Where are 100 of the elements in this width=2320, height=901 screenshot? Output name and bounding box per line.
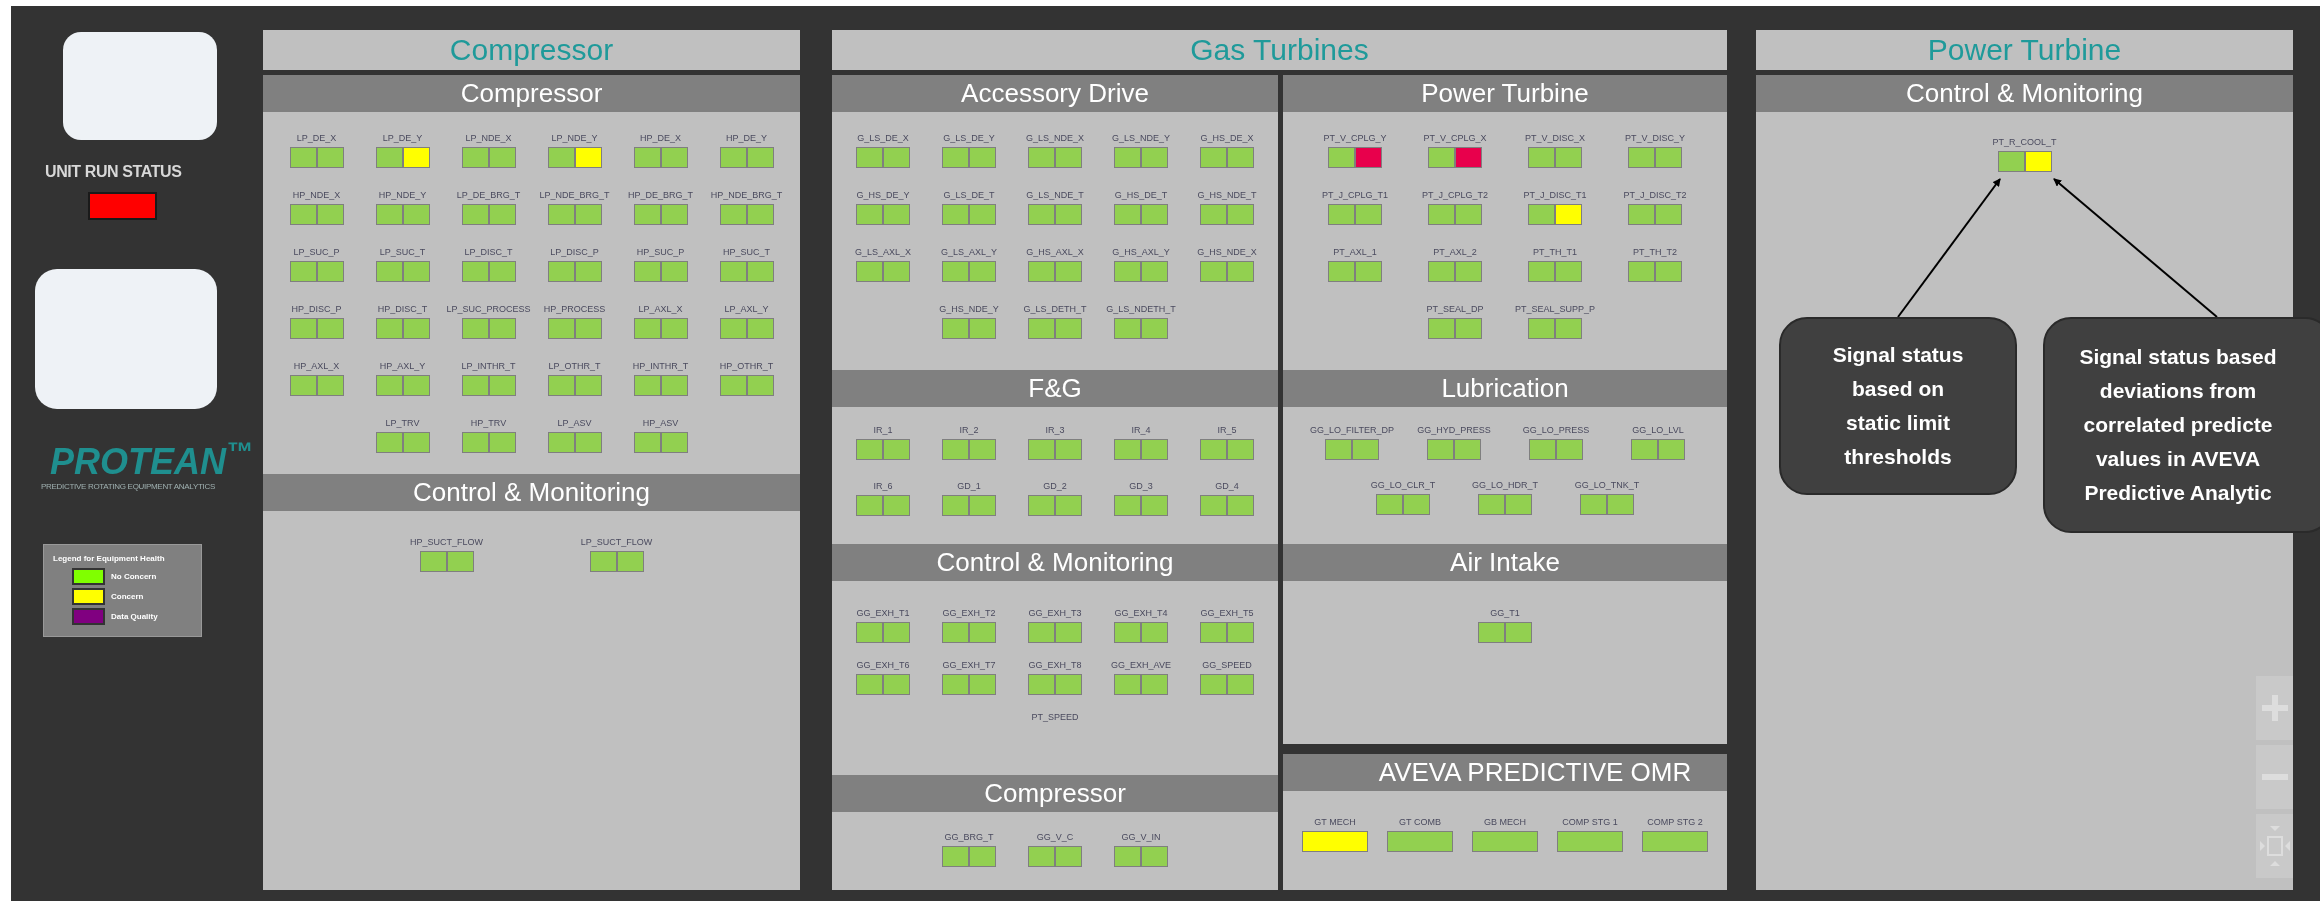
zoom-out-button[interactable] bbox=[2256, 745, 2293, 809]
signal-label: IR_3 bbox=[1045, 424, 1065, 436]
signal-label: GG_EXH_T8 bbox=[1028, 659, 1082, 671]
signal-label: HP_AXL_X bbox=[293, 360, 340, 372]
signal-label: GG_EXH_T1 bbox=[856, 607, 910, 619]
signal-label: PT_J_DISC_T2 bbox=[1623, 189, 1687, 201]
group-header: Gas Turbines bbox=[832, 30, 1727, 70]
section-header: Control & Monitoring bbox=[263, 474, 800, 511]
signal-label: HP_TRV bbox=[470, 417, 507, 429]
signal-label: G_HS_NDE_X bbox=[1197, 246, 1257, 258]
signal-label: PT_V_CPLG_Y bbox=[1323, 132, 1387, 144]
signal-label: LP_DISC_P bbox=[550, 246, 599, 258]
signal-label: HP_SUC_P bbox=[636, 246, 685, 258]
signal-label: G_HS_DE_Y bbox=[856, 189, 910, 201]
signal-label: PT_V_DISC_Y bbox=[1625, 132, 1685, 144]
signal-label: GD_1 bbox=[957, 480, 981, 492]
group-header: Power Turbine bbox=[1756, 30, 2293, 70]
model-label: COMP STG 1 bbox=[1562, 816, 1618, 828]
signal-label: LP_DE_Y bbox=[382, 132, 423, 144]
signal-label: G_HS_DE_T bbox=[1114, 189, 1168, 201]
signal-label: GD_4 bbox=[1215, 480, 1239, 492]
signal-label: PT_J_DISC_T1 bbox=[1523, 189, 1587, 201]
signal-label: GG_T1 bbox=[1490, 607, 1520, 619]
signal-label: G_HS_NDE_Y bbox=[939, 303, 999, 315]
signal-label: GD_2 bbox=[1043, 480, 1067, 492]
signal-label: GG_EXH_T2 bbox=[942, 607, 996, 619]
signal-label: G_LS_NDE_T bbox=[1026, 189, 1084, 201]
signal-label: PT_R_COOL_T bbox=[1992, 136, 2057, 148]
signal-label: LP_NDE_Y bbox=[551, 132, 598, 144]
signal-label: IR_5 bbox=[1217, 424, 1237, 436]
signal-label: G_HS_NDE_T bbox=[1197, 189, 1257, 201]
signal-label: LP_DE_BRG_T bbox=[456, 189, 521, 201]
section-header: Control & Monitoring bbox=[1756, 75, 2293, 112]
signal-label: G_LS_DE_X bbox=[857, 132, 909, 144]
signal-label: GG_LO_TNK_T bbox=[1574, 479, 1640, 491]
section-header: AVEVA PREDICTIVE OMR bbox=[1283, 754, 1727, 791]
signal-label: GG_SPEED bbox=[1202, 659, 1252, 671]
signal-label: GG_EXH_T7 bbox=[942, 659, 996, 671]
signal-label: LP_AXL_X bbox=[638, 303, 683, 315]
signal-label: HP_NDE_X bbox=[292, 189, 341, 201]
zoom-in-button[interactable] bbox=[2256, 676, 2293, 740]
signal-label: LP_DE_X bbox=[296, 132, 337, 144]
status-label: UNIT RUN STATUS bbox=[45, 162, 183, 182]
legend-title: Legend for Equipment Health bbox=[53, 553, 166, 565]
fit-view-button[interactable] bbox=[2256, 814, 2293, 878]
section-header: Control & Monitoring bbox=[832, 544, 1278, 581]
callout: Signal status based on static limit thresholds bbox=[1779, 317, 2017, 495]
signal-label: PT_AXL_2 bbox=[1433, 246, 1477, 258]
signal-label: LP_TRV bbox=[385, 417, 420, 429]
logo-tagline: PREDICTIVE ROTATING EQUIPMENT ANALYTICS bbox=[41, 482, 216, 492]
signal-label: G_LS_DETH_T bbox=[1023, 303, 1087, 315]
signal-label: HP_NDE_Y bbox=[378, 189, 427, 201]
legend-label: Concern bbox=[111, 590, 144, 603]
signal-label: HP_ASV bbox=[642, 417, 679, 429]
group-header: Compressor bbox=[263, 30, 800, 70]
signal-label: G_LS_DE_T bbox=[943, 189, 995, 201]
signal-label: GG_LO_CLR_T bbox=[1370, 479, 1436, 491]
signal-label: PT_SEAL_SUPP_P bbox=[1514, 303, 1595, 315]
signal-label: GG_HYD_PRESS bbox=[1417, 424, 1491, 436]
signal-label: PT_SPEED bbox=[1031, 711, 1079, 723]
signal-label: HP_PROCESS bbox=[543, 303, 606, 315]
signal-label: GG_V_C bbox=[1036, 831, 1074, 843]
signal-label: PT_V_CPLG_X bbox=[1423, 132, 1487, 144]
signal-label: PT_J_CPLG_T2 bbox=[1422, 189, 1488, 201]
signal-label: GG_LO_FILTER_DP bbox=[1310, 424, 1394, 436]
signal-label: HP_OTHR_T bbox=[719, 360, 774, 372]
signal-label: LP_ASV bbox=[557, 417, 592, 429]
signal-label: PT_TH_T1 bbox=[1533, 246, 1577, 258]
section-header: Lubrication bbox=[1283, 370, 1727, 407]
signal-label: G_LS_NDE_X bbox=[1026, 132, 1084, 144]
signal-label: HP_DE_Y bbox=[726, 132, 767, 144]
signal-label: GG_EXH_T6 bbox=[856, 659, 910, 671]
signal-label: LP_OTHR_T bbox=[548, 360, 601, 372]
signal-label: LP_DISC_T bbox=[464, 246, 513, 258]
signal-label: GG_V_IN bbox=[1121, 831, 1161, 843]
signal-label: IR_1 bbox=[873, 424, 893, 436]
signal-label: G_LS_NDETH_T bbox=[1106, 303, 1176, 315]
section-header: Compressor bbox=[263, 75, 800, 112]
signal-label: LP_INTHR_T bbox=[461, 360, 516, 372]
signal-label: HP_INTHR_T bbox=[632, 360, 689, 372]
signal-label: GD_3 bbox=[1129, 480, 1153, 492]
signal-label: PT_SEAL_DP bbox=[1426, 303, 1484, 315]
signal-label: GG_LO_PRESS bbox=[1522, 424, 1590, 436]
signal-label: GG_LO_HDR_T bbox=[1472, 479, 1538, 491]
signal-label: PT_J_CPLG_T1 bbox=[1322, 189, 1388, 201]
signal-label: G_LS_AXL_X bbox=[854, 246, 911, 258]
signal-label: PT_TH_T2 bbox=[1633, 246, 1677, 258]
signal-label: G_HS_DE_X bbox=[1200, 132, 1254, 144]
signal-label: PT_AXL_1 bbox=[1333, 246, 1377, 258]
signal-label: LP_NDE_BRG_T bbox=[539, 189, 610, 201]
signal-label: GG_BRG_T bbox=[944, 831, 994, 843]
section-header: Accessory Drive bbox=[832, 75, 1278, 112]
section-header: Air Intake bbox=[1283, 544, 1727, 581]
signal-label: HP_DE_X bbox=[640, 132, 681, 144]
legend-label: No Concern bbox=[111, 570, 157, 583]
signal-label: GG_EXH_T4 bbox=[1114, 607, 1168, 619]
signal-label: LP_NDE_X bbox=[465, 132, 512, 144]
signal-label: G_LS_DE_Y bbox=[943, 132, 995, 144]
model-label: GT MECH bbox=[1314, 816, 1356, 828]
signal-label: IR_6 bbox=[873, 480, 893, 492]
